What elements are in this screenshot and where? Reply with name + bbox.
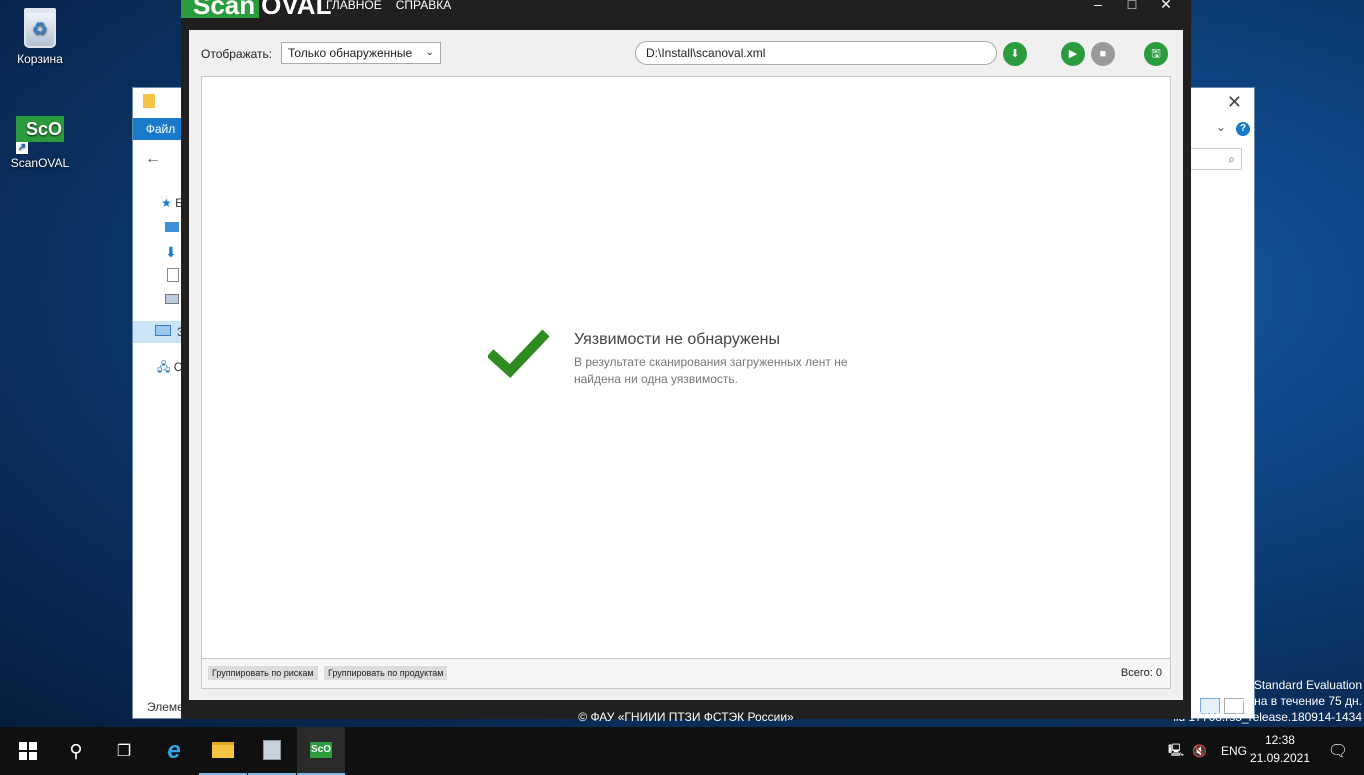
maximize-button[interactable]: □	[1115, 0, 1149, 12]
system-clock[interactable]: 12:38 21.09.2021	[1250, 731, 1310, 767]
group-by-product-button[interactable]: Группировать по продуктам	[324, 666, 448, 680]
taskbar: ⚲ ❐ e ScO 🖳 🔇 ENG 12:38 21.09.2021 🗨	[0, 727, 1364, 775]
start-icon	[19, 742, 37, 760]
watermark-line: льна в течение 75 дн.	[1240, 694, 1362, 708]
stop-icon: ■	[1099, 48, 1107, 60]
desktop-icon-label: Корзина	[17, 52, 63, 66]
notification-icon: 🗨	[1327, 743, 1349, 760]
recycle-bin-icon	[24, 8, 56, 48]
network-status-icon[interactable]: 🖳	[1168, 741, 1184, 762]
nav-item-network[interactable]: 🖧 С	[157, 358, 182, 379]
scanoval-toolbar: Отображать: Только обнаруженные ⌄ D:\Ins…	[189, 30, 1183, 68]
close-button[interactable]: ✕	[1149, 0, 1183, 13]
language-indicator[interactable]: ENG	[1221, 744, 1247, 758]
result-description: В результате сканирования загруженных ле…	[574, 355, 848, 386]
server-manager-icon	[263, 740, 281, 760]
clock-date: 21.09.2021	[1249, 751, 1310, 765]
save-icon: 🖫	[1151, 48, 1161, 60]
result-title: Уязвимости не обнаружены	[574, 331, 780, 348]
desktop-icon-scanoval[interactable]: ScO ScanOVAL	[5, 116, 75, 170]
minimize-button[interactable]: ‒	[1081, 0, 1115, 12]
help-icon[interactable]: ?	[1236, 122, 1250, 136]
folder-icon	[143, 94, 155, 108]
scan-result: Уязвимости не обнаружены В результате ск…	[488, 327, 908, 387]
results-footer: Группировать по рискам Группировать по п…	[201, 659, 1171, 689]
pictures-icon[interactable]	[165, 294, 179, 304]
download-icon: ⬇	[1010, 48, 1020, 60]
display-filter-value: Только обнаруженные	[288, 46, 413, 60]
desktop-icon-recycle-bin[interactable]: Корзина	[5, 8, 75, 66]
feed-path-input[interactable]: D:\Install\scanoval.xml	[635, 41, 997, 65]
taskbar-file-explorer[interactable]	[199, 727, 247, 775]
main-menu: ГЛАВНОЕ СПРАВКА	[326, 0, 451, 12]
logo-oval-text: OVAL	[261, 0, 332, 20]
taskbar-server-manager[interactable]	[248, 727, 296, 775]
save-report-button[interactable]: 🖫	[1144, 42, 1168, 66]
nav-item-quick-access[interactable]: ★ Б	[161, 196, 183, 210]
watermark-line: ild 17763.rs5_release.180914-1434	[1173, 710, 1362, 724]
task-view-icon: ❐	[116, 743, 132, 760]
file-explorer-icon	[212, 742, 234, 758]
search-button[interactable]: ⚲	[52, 727, 100, 775]
scanoval-body: Отображать: Только обнаруженные ⌄ D:\Ins…	[189, 30, 1183, 700]
taskbar-internet-explorer[interactable]: e	[150, 727, 198, 775]
stop-scan-button[interactable]: ■	[1091, 42, 1115, 66]
play-icon: ▶	[1068, 48, 1078, 60]
desktop-folder-icon[interactable]	[165, 222, 179, 232]
internet-explorer-icon: e	[167, 737, 181, 764]
notification-center-button[interactable]: 🗨	[1314, 727, 1362, 775]
start-button[interactable]	[4, 727, 52, 775]
search-icon: ⚲	[69, 740, 83, 761]
scanoval-shortcut-text: ScO	[26, 119, 63, 139]
chevron-down-icon: ⌄	[425, 47, 434, 58]
display-filter-label: Отображать:	[201, 47, 273, 61]
star-icon: ★	[161, 196, 172, 210]
scanoval-shortcut-icon: ScO	[16, 116, 64, 154]
search-icon: ⌕	[1228, 152, 1235, 166]
copyright-text: © ФАУ «ГНИИИ ПТЗИ ФСТЭК России»	[578, 710, 794, 724]
downloads-icon[interactable]: ⬇	[165, 244, 177, 261]
system-tray: 🖳 🔇 ENG	[1168, 727, 1247, 775]
desktop-icon-label: ScanOVAL	[10, 156, 70, 170]
checkmark-icon	[488, 329, 550, 378]
taskbar-scanoval[interactable]: ScO	[297, 727, 345, 775]
back-arrow-icon[interactable]: ←	[145, 150, 161, 168]
explorer-close-icon[interactable]: ✕	[1227, 92, 1242, 113]
download-feed-button[interactable]: ⬇	[1003, 42, 1027, 66]
explorer-file-tab[interactable]: Файл	[133, 118, 188, 140]
documents-icon[interactable]	[167, 268, 179, 282]
volume-muted-icon[interactable]: 🔇	[1192, 744, 1207, 758]
explorer-status-text: Элеме	[147, 700, 184, 714]
windows-evaluation-watermark: Standard Evaluation льна в течение 75 дн…	[1173, 678, 1362, 724]
scanoval-icon: ScO	[310, 742, 332, 758]
scanoval-titlebar[interactable]: Scan OVAL ГЛАВНОЕ СПРАВКА ‒ □ ✕	[181, 0, 1191, 22]
scanoval-window[interactable]: Scan OVAL ГЛАВНОЕ СПРАВКА ‒ □ ✕ Отобража…	[181, 0, 1191, 724]
desktop: Корзина ScO ScanOVAL Файл ✕ ⌄ ? ⌕ ← ★ Б …	[0, 0, 1364, 727]
task-view-button[interactable]: ❐	[100, 727, 148, 775]
display-filter-select[interactable]: Только обнаруженные ⌄	[281, 42, 441, 64]
chevron-down-icon[interactable]: ⌄	[1216, 120, 1226, 134]
logo-scan-text: Scan	[181, 0, 260, 18]
network-icon: 🖧	[157, 360, 171, 374]
clock-time: 12:38	[1264, 733, 1295, 747]
group-by-risk-button[interactable]: Группировать по рискам	[208, 666, 318, 680]
watermark-line: Standard Evaluation	[1253, 678, 1362, 692]
results-panel: Уязвимости не обнаружены В результате ск…	[201, 76, 1171, 659]
explorer-search-box[interactable]: ⌕	[1182, 148, 1242, 170]
computer-icon	[155, 325, 171, 336]
start-scan-button[interactable]: ▶	[1061, 42, 1085, 66]
scanoval-logo: Scan OVAL	[181, 0, 331, 18]
total-count: Всего: 0	[1120, 667, 1162, 679]
menu-item-help[interactable]: СПРАВКА	[396, 0, 452, 12]
menu-item-main[interactable]: ГЛАВНОЕ	[326, 0, 382, 12]
